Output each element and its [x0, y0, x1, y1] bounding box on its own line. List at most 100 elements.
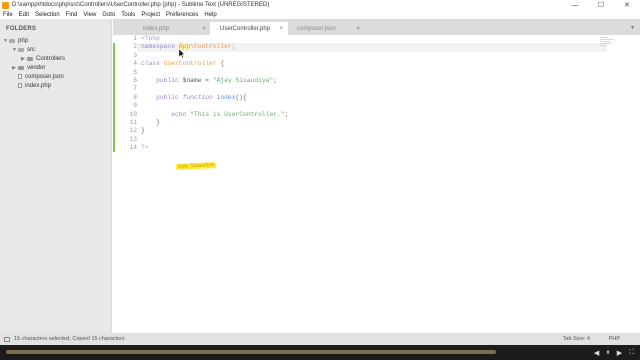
menu-edit[interactable]: Edit — [19, 12, 29, 18]
menu-tools[interactable]: Tools — [121, 12, 135, 18]
keyword-namespace: namespace — [141, 43, 179, 51]
menu-find[interactable]: Find — [66, 12, 78, 18]
tab-composer-json[interactable]: composer.json × — [287, 22, 365, 35]
sublime-text-icon — [2, 1, 9, 9]
menu-bar: File Edit Selection Find View Goto Tools… — [0, 10, 640, 19]
keyword-public: public — [156, 93, 183, 101]
player-controls: ◀ ⏸ ▶ ⛶ — [594, 349, 634, 357]
close-icon[interactable]: × — [202, 26, 206, 32]
namespace-path: \Controller; — [190, 43, 236, 51]
next-icon[interactable]: ▶ — [617, 349, 622, 357]
php-open-tag: <?php — [141, 35, 160, 42]
tab-size-selector[interactable]: Tab Size: 4 — [563, 336, 590, 342]
sidebar-item-index-php[interactable]: index.php — [18, 81, 51, 90]
semicolon: ; — [273, 77, 278, 84]
menu-view[interactable]: View — [83, 12, 96, 18]
minimap[interactable] — [600, 37, 618, 49]
menu-selection[interactable]: Selection — [35, 12, 60, 18]
variable-name: $name — [182, 77, 202, 84]
code-line-10: echo "This is UserController."; — [141, 111, 288, 119]
folder-open-icon — [9, 38, 15, 43]
line-number: 5 — [133, 68, 137, 76]
code-line-2: namespace App\Controller; — [141, 43, 236, 51]
line-number: 14 — [129, 144, 137, 152]
line-number: 9 — [133, 102, 137, 110]
line-number: 10 — [129, 110, 137, 118]
status-message: 15 characters selected; Copied 15 charac… — [14, 336, 125, 342]
line-number: 7 — [133, 85, 137, 93]
tab-dropdown-icon[interactable]: ▾ — [631, 24, 634, 31]
minimize-button[interactable]: — — [562, 0, 588, 10]
code-line-4: class UserController { — [141, 60, 224, 68]
line-number: 2 — [133, 43, 137, 51]
menu-goto[interactable]: Goto — [102, 12, 115, 18]
code-line-12: } — [141, 127, 145, 135]
fullscreen-icon[interactable]: ⛶ — [629, 349, 634, 357]
sidebar-item-php[interactable]: ▼ php — [3, 36, 28, 45]
string-literal: "This is UserController." — [190, 110, 285, 118]
folders-heading: FOLDERS — [6, 26, 37, 32]
php-close-tag: ?> — [141, 144, 149, 152]
progress-bar[interactable] — [6, 350, 496, 354]
sidebar: FOLDERS ▼ php ▼ src ▶ Controllers ▶ vend… — [0, 19, 112, 333]
maximize-button[interactable]: ☐ — [588, 0, 614, 10]
tab-bar: index.php × UserController.php × compose… — [113, 19, 640, 35]
line-number: 1 — [133, 35, 137, 42]
line-number: 13 — [129, 135, 137, 143]
line-number: 6 — [133, 77, 137, 84]
menu-preferences[interactable]: Preferences — [166, 12, 198, 18]
code-line-8: public function index(){ — [141, 94, 247, 102]
video-player-bar: ◀ ⏸ ▶ ⛶ — [0, 345, 640, 360]
file-icon — [18, 83, 22, 88]
class-name: UserController — [163, 60, 217, 68]
sidebar-item-src[interactable]: ▼ src — [12, 45, 35, 54]
sidebar-item-controllers[interactable]: ▶ Controllers — [21, 54, 65, 63]
window-controls: — ☐ ✕ — [562, 0, 640, 10]
sidebar-item-label: vendor — [27, 64, 46, 71]
keyword-class: class — [141, 60, 164, 68]
monitor-icon[interactable] — [4, 336, 10, 342]
tab-usercontroller-php[interactable]: UserController.php × — [210, 22, 288, 35]
code-line-11: } — [141, 119, 160, 126]
folder-open-icon — [18, 47, 24, 52]
close-icon[interactable]: × — [356, 26, 360, 32]
line-number: 3 — [133, 51, 137, 59]
menu-project[interactable]: Project — [141, 12, 160, 18]
line-number: 11 — [129, 119, 137, 126]
sidebar-item-label: src — [27, 46, 35, 53]
menu-file[interactable]: File — [3, 12, 13, 18]
sidebar-item-label: Controllers — [36, 55, 66, 62]
close-window-button[interactable]: ✕ — [614, 0, 640, 10]
tab-label: index.php — [143, 25, 170, 32]
tab-index-php[interactable]: index.php × — [133, 22, 211, 35]
sidebar-item-label: index.php — [25, 82, 52, 89]
line-number-gutter: 1 2 3 4 5 6 7 8 9 10 11 12 13 14 — [113, 35, 137, 333]
parens-brace: (){ — [235, 93, 247, 101]
status-bar: 15 characters selected; Copied 15 charac… — [0, 333, 640, 345]
file-icon — [18, 74, 22, 79]
keyword-echo: echo — [171, 110, 191, 118]
string-literal: "Ajay Sisaudiya" — [212, 77, 274, 84]
tab-label: composer.json — [297, 25, 336, 32]
menu-help[interactable]: Help — [204, 12, 216, 18]
code-line-6: public $name = "Ajay Sisaudiya"; — [141, 77, 277, 85]
function-name: index — [216, 93, 236, 101]
sidebar-item-label: php — [18, 37, 29, 44]
line-number: 8 — [133, 93, 137, 101]
code-editor[interactable]: 1 2 3 4 5 6 7 8 9 10 11 12 13 14 <?php n… — [113, 35, 640, 333]
brace: { — [216, 60, 225, 68]
keyword-public: public — [156, 77, 183, 84]
code-line-1: <?php — [141, 35, 160, 43]
code-line-14: ?> — [141, 144, 149, 152]
folder-icon — [27, 56, 33, 61]
sidebar-item-vendor[interactable]: ▶ vendor — [12, 63, 45, 72]
operator: = — [201, 77, 213, 84]
close-icon[interactable]: × — [279, 26, 283, 32]
pause-icon[interactable]: ⏸ — [606, 349, 610, 357]
previous-icon[interactable]: ◀ — [594, 349, 599, 357]
sidebar-item-composer-json[interactable]: composer.json — [18, 72, 64, 81]
folder-icon — [18, 65, 24, 70]
sidebar-item-label: composer.json — [25, 73, 64, 80]
syntax-selector[interactable]: PHP — [609, 336, 620, 342]
